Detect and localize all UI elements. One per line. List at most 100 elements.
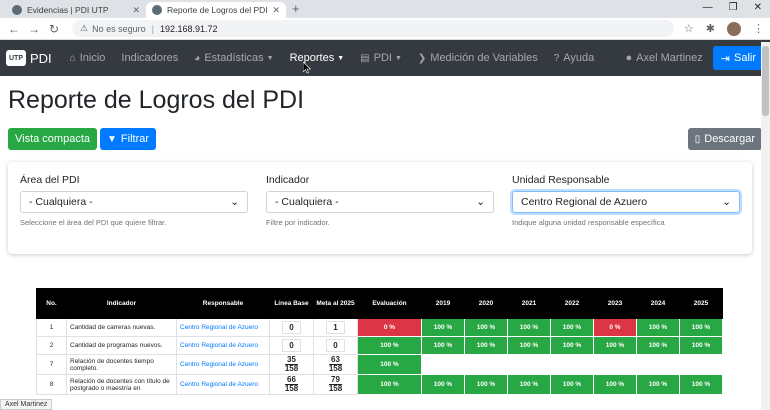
new-tab-icon[interactable]: + [292, 1, 300, 16]
year-cell: 100 % [593, 374, 637, 395]
extensions-icon[interactable]: ✱ [706, 22, 715, 36]
year-cell: 100 % [507, 374, 551, 395]
warning-icon[interactable]: ⚠ [80, 23, 88, 34]
browser-tab-evidencias[interactable]: Evidencias | PDI UTP ✕ [6, 2, 146, 18]
indicator-name: Relación de docentes con título de postg… [66, 374, 177, 395]
table-row: 2 Cantidad de programas nuevos. Centro Reg… [36, 336, 723, 355]
nav-item-medicion[interactable]: ❯ Medición de Variables [418, 52, 538, 64]
select-value: Centro Regional de Azuero [521, 196, 648, 208]
responsible-link[interactable]: Centro Regional de Azuero [176, 354, 270, 375]
nav-label: Ayuda [563, 52, 595, 64]
nav-right: ● Axel Martinez ⇥ Salir [625, 46, 764, 70]
column-header: Línea Base [269, 288, 314, 319]
menu-kebab-icon[interactable]: ⋮ [753, 22, 764, 36]
year-cell: , [507, 354, 551, 375]
tab-title: Evidencias | PDI UTP [27, 5, 109, 15]
column-header: 2023 [593, 288, 637, 319]
nav-item-ayuda[interactable]: ? Ayuda [554, 52, 595, 64]
maximize-icon[interactable]: ❐ [729, 2, 738, 13]
compact-view-button[interactable]: Vista compacta [8, 128, 98, 150]
baseline-value: 0 [269, 318, 314, 337]
indicador-select[interactable]: - Cualquiera - ⌄ [266, 191, 494, 213]
browser-tab-reporte[interactable]: Reporte de Logros del PDI | PDI UT ✕ [146, 2, 286, 18]
nav-item-estadisticas[interactable]: ◕ Estadísticas ▼ [194, 52, 273, 64]
filter-button[interactable]: ▼ Filtrar [100, 128, 157, 150]
year-cell: 100 % [464, 374, 508, 395]
nav-item-pdi[interactable]: ▤ PDI ▼ [360, 52, 402, 64]
chevron-down-icon: ⌄ [230, 196, 239, 208]
address-bar: ← → ↻ ⚠ No es seguro | 192.168.91.72 ☆ ✱… [0, 18, 770, 40]
value-box: 0 [282, 321, 301, 334]
close-tab-icon[interactable]: ✕ [132, 5, 140, 16]
filter-area: Área del PDI - Cualquiera - ⌄ Seleccione… [20, 174, 248, 254]
site-favicon-icon [152, 5, 162, 15]
row-number: 2 [36, 336, 67, 355]
year-cell: 0 % [593, 318, 637, 337]
bookmark-star-icon[interactable]: ☆ [684, 22, 694, 36]
url-input[interactable]: ⚠ No es seguro | 192.168.91.72 [72, 20, 674, 37]
scrollbar-thumb[interactable] [762, 46, 769, 116]
tab-title: Reporte de Logros del PDI | PDI UT [167, 5, 268, 15]
site-navbar: UTP PDI ⌂ Inicio Indicadores ◕ Estadísti… [0, 40, 770, 76]
nav-label: Estadísticas [204, 52, 264, 64]
divider: | [151, 23, 154, 34]
select-value: - Cualquiera - [29, 196, 93, 208]
profile-avatar-icon[interactable] [727, 21, 741, 36]
user-circle-icon: ● [625, 52, 633, 64]
year-cell: , [464, 354, 508, 375]
nav-item-indicadores[interactable]: Indicadores [121, 52, 178, 64]
year-cell: 100 % [593, 336, 637, 355]
year-cell: 100 % [421, 374, 465, 395]
chevron-down-icon: ⌄ [722, 196, 731, 208]
year-cell: , [550, 354, 594, 375]
indicator-name: Cantidad de carreras nuevas. [66, 318, 177, 337]
security-label: No es seguro [92, 23, 146, 34]
row-number: 1 [36, 318, 67, 337]
target-value: 1 [313, 318, 358, 337]
baseline-value: 0 [269, 336, 314, 355]
year-cell: 100 % [421, 336, 465, 355]
close-window-icon[interactable]: ✕ [754, 2, 762, 13]
year-cell: 100 % [421, 354, 465, 375]
user-menu[interactable]: ● Axel Martinez [625, 52, 702, 64]
select-value: - Cualquiera - [275, 196, 339, 208]
forward-icon[interactable]: → [26, 22, 42, 36]
column-header: Evaluación [357, 288, 422, 319]
url-text: 192.168.91.72 [159, 23, 218, 34]
evaluation-cell: 100 % [357, 354, 422, 375]
year-cell: 100 % [421, 318, 465, 337]
fraction: 63 158 [328, 356, 343, 373]
nav-item-reportes[interactable]: Reportes ▼ [290, 52, 345, 64]
unidad-select[interactable]: Centro Regional de Azuero ⌄ [512, 191, 740, 213]
close-tab-icon[interactable]: ✕ [272, 5, 280, 16]
denominator: 158 [328, 384, 343, 393]
column-header: No. [36, 288, 67, 319]
evaluation-cell: 100 % [357, 336, 422, 355]
logout-button[interactable]: ⇥ Salir [712, 46, 764, 70]
document-icon: ▤ [360, 52, 370, 64]
responsible-link[interactable]: Centro Regional de Azuero [176, 336, 270, 355]
mouse-pointer-icon [303, 62, 311, 74]
fraction: 66 158 [284, 376, 299, 393]
evaluation-cell: 100 % [357, 374, 422, 395]
area-select[interactable]: - Cualquiera - ⌄ [20, 191, 248, 213]
back-icon[interactable]: ← [6, 22, 22, 36]
year-cell: 100 % [679, 374, 723, 395]
pie-chart-icon: ◕ [194, 52, 201, 64]
caret-down-icon: ▼ [394, 54, 402, 62]
year-cell: 100 % [679, 336, 723, 355]
responsible-link[interactable]: Centro Regional de Azuero [176, 374, 270, 395]
responsible-link[interactable]: Centro Regional de Azuero [176, 318, 270, 337]
filter-label: Indicador [266, 174, 310, 186]
download-button[interactable]: ▯ Descargar [687, 128, 762, 150]
target-value: 0 [313, 336, 358, 355]
reload-icon[interactable]: ↻ [46, 22, 62, 36]
nav-item-inicio[interactable]: ⌂ Inicio [70, 52, 106, 64]
year-cell: 100 % [636, 374, 680, 395]
table-row: 1 Cantidad de carreras nuevas. Centro Regi… [36, 318, 723, 337]
denominator: 158 [284, 384, 299, 393]
status-bar: Axel Martinez [0, 399, 53, 410]
report-table: No. Indicador Responsable Línea Base Meta al… [36, 288, 723, 395]
minimize-icon[interactable]: — [703, 2, 713, 13]
brand[interactable]: UTP PDI [6, 50, 52, 66]
